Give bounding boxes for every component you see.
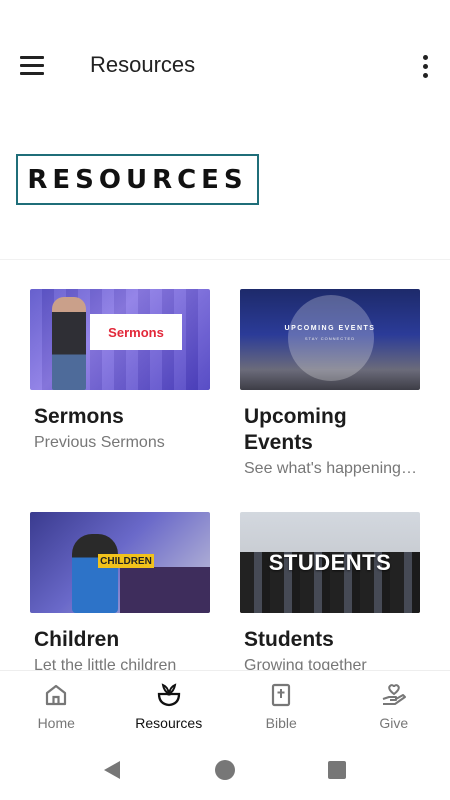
app-bar: Resources [0,30,450,100]
card-title: Sermons [34,405,124,428]
back-icon[interactable] [101,758,125,782]
nav-label: Bible [265,715,297,731]
card-children[interactable]: CHILDREN Children Let the little childre… [30,512,210,670]
card-students[interactable]: STUDENTS Students Growing together [240,512,420,670]
sermons-thumb-text: Sermons [108,324,164,340]
more-options-icon[interactable] [418,52,432,80]
sermons-thumbnail: Sermons [30,289,210,390]
card-subtitle: Growing together [244,657,367,670]
card-subtitle: Previous Sermons [34,434,165,451]
resource-grid: Sermons Sermons Previous Sermons UPCOMIN… [0,260,450,670]
resources-icon [155,681,183,709]
bottom-navigation: Home Resources Bible Give [0,670,450,740]
children-thumb-tag: CHILDREN [98,554,154,568]
students-thumb-text: STUDENTS [268,550,392,575]
nav-label: Home [37,715,75,731]
resources-banner: RESOURCES [0,100,450,260]
students-thumbnail: STUDENTS [240,512,420,613]
page-title: Resources [90,52,196,77]
card-subtitle: See what's happening at our church [244,460,420,477]
bible-icon [267,681,295,709]
card-subtitle: Let the little children [34,657,177,670]
give-hand-heart-icon [380,681,408,709]
events-thumb-subtitle: STAY CONNECTED [304,336,356,341]
home-icon [42,681,70,709]
nav-label: Give [379,715,409,731]
sermons-thumb-label: Sermons [90,314,182,350]
nav-bible[interactable]: Bible [225,671,338,740]
preacher-image [52,297,86,390]
recent-apps-icon[interactable] [328,761,346,779]
children-thumbnail: CHILDREN [30,512,210,613]
status-bar [0,0,450,30]
card-title: Students [244,628,334,651]
system-navigation-bar [0,740,450,800]
child-image [72,534,118,613]
card-title: Upcoming Events [244,405,347,454]
children-thumb-text: CHILDREN [100,555,152,567]
home-circle-icon[interactable] [215,760,235,780]
nav-give[interactable]: Give [338,671,450,740]
card-title: Children [34,628,120,651]
banner-text: RESOURCES [27,164,248,195]
hamburger-menu-icon[interactable] [20,52,50,78]
nav-label: Resources [135,715,203,731]
card-sermons[interactable]: Sermons Sermons Previous Sermons [30,289,210,452]
banner-box: RESOURCES [16,154,259,205]
nav-home[interactable]: Home [0,671,113,740]
card-upcoming-events[interactable]: UPCOMING EVENTS STAY CONNECTED Upcoming … [240,289,420,478]
events-thumbnail: UPCOMING EVENTS STAY CONNECTED [240,289,420,390]
nav-resources[interactable]: Resources [113,671,226,740]
events-thumb-title: UPCOMING EVENTS [284,325,376,332]
